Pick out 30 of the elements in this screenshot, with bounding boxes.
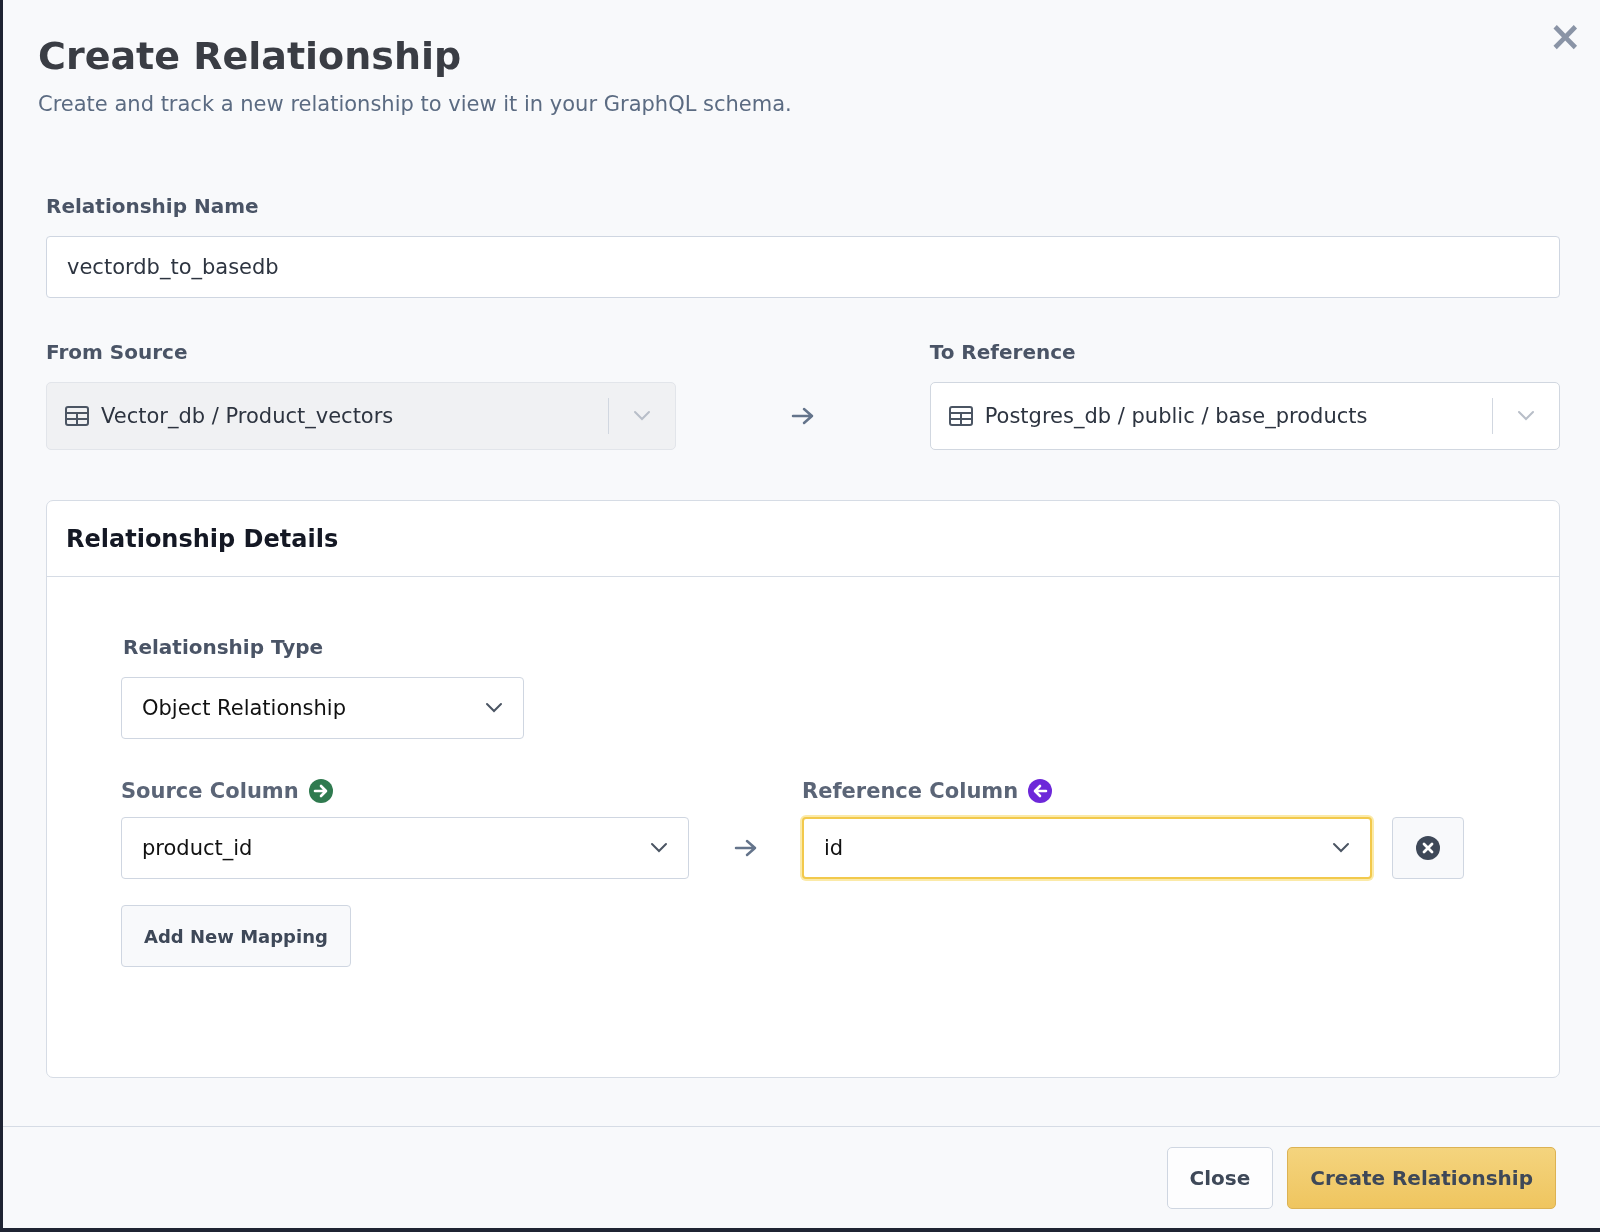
field-label: Source Column <box>121 779 299 803</box>
chevron-down-icon <box>485 702 503 714</box>
name-input-field[interactable]: vectordb_to_basedb <box>46 236 1560 298</box>
field-label: From Source <box>46 340 189 364</box>
chevron-down-icon <box>633 410 652 422</box>
chevron-down-icon <box>650 842 668 854</box>
table-icon <box>948 406 973 426</box>
field-label: Relationship Name <box>46 194 260 218</box>
dialog-title: Create Relationship <box>38 34 463 78</box>
add-mapping-button[interactable]: Add New Mapping <box>121 905 351 967</box>
close-circle-icon <box>1416 836 1440 860</box>
reference-select[interactable]: Postgres_db / public / base_products <box>929 382 1560 450</box>
remove-button[interactable] <box>1392 817 1464 879</box>
dialog-subtitle: Create and track a new relationship to view it in your GraphQL schema. <box>38 92 793 116</box>
arrow-right-icon <box>791 406 815 426</box>
create-button[interactable]: Create Relationship <box>1287 1146 1556 1209</box>
chevron-down-icon <box>1332 842 1350 854</box>
field-label: Relationship Type <box>123 635 325 659</box>
chevron-down-icon <box>1517 410 1535 422</box>
card-title: Relationship Details <box>66 524 339 553</box>
field-label: To Reference <box>929 340 1077 364</box>
close-button[interactable]: Close <box>1166 1146 1274 1209</box>
reference-column-dropdown[interactable]: id <box>802 817 1372 879</box>
table-icon <box>65 406 89 426</box>
field-label: Reference Column <box>802 779 1019 803</box>
arrow-right-circle-icon <box>308 779 333 803</box>
arrow-right-icon <box>733 838 758 858</box>
type-dropdown[interactable]: Object Relationship <box>121 677 524 739</box>
arrow-left-circle-icon <box>1028 779 1053 803</box>
source-column-dropdown[interactable]: product_id <box>121 817 689 879</box>
